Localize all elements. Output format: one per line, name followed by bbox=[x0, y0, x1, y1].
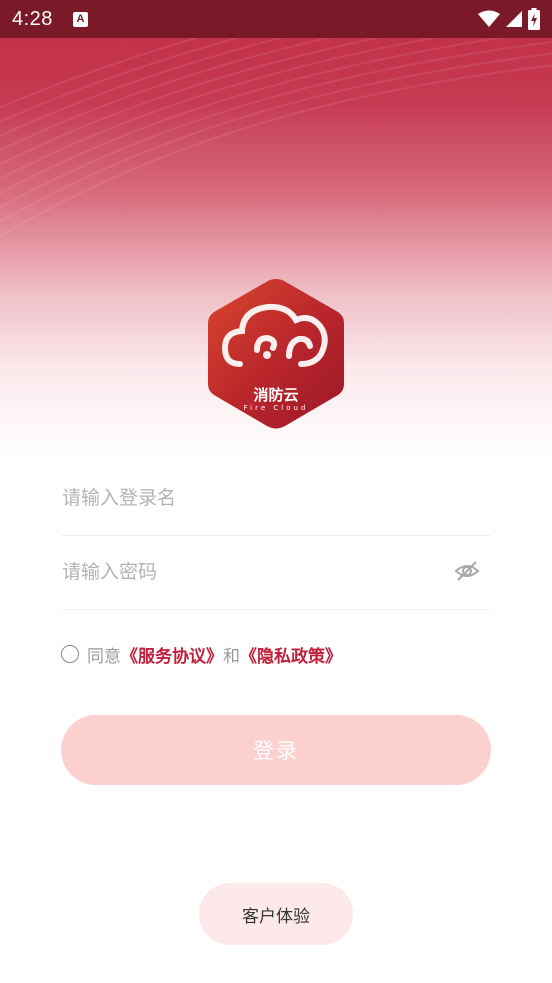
privacy-policy-link[interactable]: 《隐私政策》 bbox=[240, 642, 342, 667]
service-agreement-link[interactable]: 《服务协议》 bbox=[121, 642, 223, 667]
agree-prefix: 同意 bbox=[87, 646, 121, 667]
agree-radio[interactable] bbox=[61, 645, 79, 663]
agreement-row: 同意 《服务协议》 和 《隐私政策》 bbox=[61, 641, 342, 667]
signal-icon bbox=[506, 11, 522, 27]
a-letter-icon: A bbox=[72, 11, 88, 27]
status-bar: 4:28 A bbox=[0, 0, 552, 38]
status-time: 4:28 bbox=[12, 7, 53, 30]
logo-subtitle: Fire Cloud bbox=[244, 404, 309, 412]
logo-title: 消防云 bbox=[253, 386, 298, 404]
status-icons bbox=[478, 8, 540, 30]
password-field-row bbox=[62, 534, 490, 610]
eye-off-icon[interactable] bbox=[454, 558, 480, 584]
app-logo: 消防云 Fire Cloud bbox=[205, 276, 347, 431]
battery-charging-icon bbox=[528, 8, 540, 30]
password-input[interactable] bbox=[62, 560, 490, 583]
username-field-row bbox=[62, 460, 490, 536]
guest-experience-button[interactable]: 客户体验 bbox=[199, 883, 353, 945]
username-input[interactable] bbox=[62, 486, 490, 509]
agree-and: 和 bbox=[223, 646, 240, 667]
login-button[interactable]: 登录 bbox=[61, 715, 491, 785]
wifi-icon bbox=[478, 10, 500, 27]
